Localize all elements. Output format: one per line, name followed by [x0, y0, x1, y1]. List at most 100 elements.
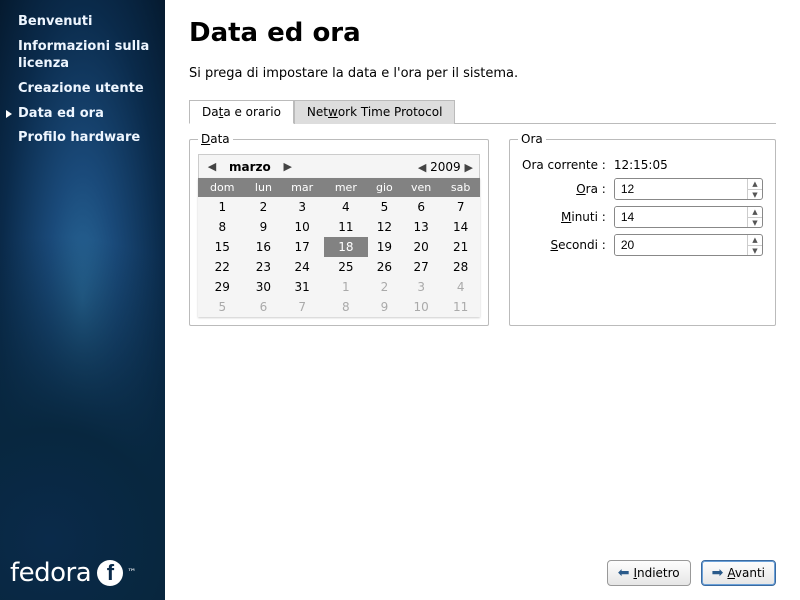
tab-ntp[interactable]: Network Time Protocol: [294, 100, 455, 124]
calendar-day-cell[interactable]: 1: [198, 197, 247, 217]
calendar-day-cell[interactable]: 26: [368, 257, 401, 277]
calendar-day-cell[interactable]: 6: [247, 297, 281, 317]
second-input[interactable]: [615, 235, 747, 255]
sidebar-item[interactable]: Informazioni sulla licenza: [0, 35, 165, 77]
calendar-day-cell[interactable]: 6: [401, 197, 441, 217]
date-fieldset: Data ◀ marzo ▶ ◀ 2009 ▶ domlunmarmergiov…: [189, 132, 489, 326]
minute-input[interactable]: [615, 207, 747, 227]
fedora-logo: fedora f ™: [10, 558, 136, 588]
calendar-day-cell[interactable]: 16: [247, 237, 281, 257]
second-up-icon[interactable]: ▲: [748, 235, 762, 246]
calendar-day-cell[interactable]: 15: [198, 237, 247, 257]
calendar-day-cell[interactable]: 7: [280, 297, 324, 317]
forward-button[interactable]: ➡ Avanti: [701, 560, 776, 586]
calendar-day-cell[interactable]: 8: [198, 217, 247, 237]
date-legend: Data: [198, 132, 233, 146]
hour-down-icon[interactable]: ▼: [748, 190, 762, 200]
time-legend: Ora: [518, 132, 546, 146]
current-time-value: 12:15:05: [614, 158, 763, 172]
footer-buttons: ⬅ Indietro ➡ Avanti: [189, 548, 776, 586]
calendar-day-cell[interactable]: 5: [368, 197, 401, 217]
year-label: 2009: [430, 160, 461, 174]
calendar-day-cell[interactable]: 14: [441, 217, 480, 237]
logo-bubble-icon: f: [97, 560, 123, 586]
month-label: marzo: [221, 160, 279, 174]
sidebar-item[interactable]: Benvenuti: [0, 10, 165, 35]
calendar-day-cell[interactable]: 3: [280, 197, 324, 217]
calendar-day-cell[interactable]: 10: [401, 297, 441, 317]
current-time-label: Ora corrente :: [522, 158, 606, 172]
tab-date-time[interactable]: Data e orario: [189, 100, 294, 124]
hour-input[interactable]: [615, 179, 747, 199]
calendar-day-cell[interactable]: 27: [401, 257, 441, 277]
calendar-day-cell[interactable]: 28: [441, 257, 480, 277]
sidebar-item[interactable]: Profilo hardware: [0, 126, 165, 151]
calendar-day-cell[interactable]: 19: [368, 237, 401, 257]
calendar-day-header: ven: [401, 178, 441, 197]
calendar-day-cell[interactable]: 3: [401, 277, 441, 297]
calendar-day-cell[interactable]: 18: [324, 237, 368, 257]
hour-up-icon[interactable]: ▲: [748, 179, 762, 190]
hour-spinner[interactable]: ▲▼: [614, 178, 763, 200]
calendar-day-cell[interactable]: 24: [280, 257, 324, 277]
calendar-day-cell[interactable]: 23: [247, 257, 281, 277]
calendar-day-cell[interactable]: 30: [247, 277, 281, 297]
tab-bar: Data e orario Network Time Protocol: [189, 99, 776, 124]
main-content: Data ed ora Si prega di impostare la dat…: [165, 0, 800, 600]
sidebar: BenvenutiInformazioni sulla licenzaCreaz…: [0, 0, 165, 600]
arrow-right-icon: ➡: [712, 565, 724, 581]
calendar-day-cell[interactable]: 17: [280, 237, 324, 257]
calendar-day-cell[interactable]: 21: [441, 237, 480, 257]
logo-trademark: ™: [127, 568, 136, 578]
calendar-day-cell[interactable]: 13: [401, 217, 441, 237]
calendar-day-cell[interactable]: 22: [198, 257, 247, 277]
calendar-day-cell[interactable]: 2: [368, 277, 401, 297]
page-description: Si prega di impostare la data e l'ora pe…: [189, 66, 776, 81]
calendar-day-header: dom: [198, 178, 247, 197]
hour-label: Ora :: [522, 182, 606, 196]
calendar-day-header: lun: [247, 178, 281, 197]
second-down-icon[interactable]: ▼: [748, 246, 762, 256]
sidebar-item[interactable]: Data ed ora: [0, 102, 165, 127]
calendar-day-cell[interactable]: 12: [368, 217, 401, 237]
calendar-day-header: mer: [324, 178, 368, 197]
minute-up-icon[interactable]: ▲: [748, 207, 762, 218]
second-label: Secondi :: [522, 238, 606, 252]
next-month-button[interactable]: ▶: [279, 158, 297, 176]
minute-spinner[interactable]: ▲▼: [614, 206, 763, 228]
calendar-day-cell[interactable]: 5: [198, 297, 247, 317]
page-title: Data ed ora: [189, 18, 776, 48]
back-button[interactable]: ⬅ Indietro: [607, 560, 691, 586]
year-group: ◀ 2009 ▶: [418, 160, 475, 174]
sidebar-item[interactable]: Creazione utente: [0, 77, 165, 102]
calendar-day-cell[interactable]: 8: [324, 297, 368, 317]
prev-month-button[interactable]: ◀: [203, 158, 221, 176]
calendar-day-cell[interactable]: 4: [324, 197, 368, 217]
second-spinner[interactable]: ▲▼: [614, 234, 763, 256]
minute-label: Minuti :: [522, 210, 606, 224]
time-fieldset: Ora Ora corrente : 12:15:05 Ora : ▲▼ Min…: [509, 132, 776, 326]
calendar-grid[interactable]: domlunmarmergiovensab 123456789101112131…: [198, 178, 480, 317]
calendar-day-cell[interactable]: 29: [198, 277, 247, 297]
calendar-day-header: gio: [368, 178, 401, 197]
calendar-day-cell[interactable]: 11: [324, 217, 368, 237]
calendar-day-header: sab: [441, 178, 480, 197]
calendar-day-cell[interactable]: 10: [280, 217, 324, 237]
calendar-day-cell[interactable]: 9: [247, 217, 281, 237]
calendar-day-cell[interactable]: 2: [247, 197, 281, 217]
calendar-day-cell[interactable]: 11: [441, 297, 480, 317]
calendar-day-header: mar: [280, 178, 324, 197]
calendar-day-cell[interactable]: 25: [324, 257, 368, 277]
arrow-left-icon: ⬅: [618, 565, 630, 581]
prev-year-button[interactable]: ◀: [418, 161, 426, 174]
minute-down-icon[interactable]: ▼: [748, 218, 762, 228]
calendar-nav: ◀ marzo ▶ ◀ 2009 ▶: [198, 154, 480, 178]
calendar-day-cell[interactable]: 7: [441, 197, 480, 217]
calendar-day-cell[interactable]: 31: [280, 277, 324, 297]
calendar-day-cell[interactable]: 9: [368, 297, 401, 317]
calendar-day-cell[interactable]: 4: [441, 277, 480, 297]
logo-text: fedora: [10, 558, 91, 588]
next-year-button[interactable]: ▶: [465, 161, 473, 174]
calendar-day-cell[interactable]: 1: [324, 277, 368, 297]
calendar-day-cell[interactable]: 20: [401, 237, 441, 257]
